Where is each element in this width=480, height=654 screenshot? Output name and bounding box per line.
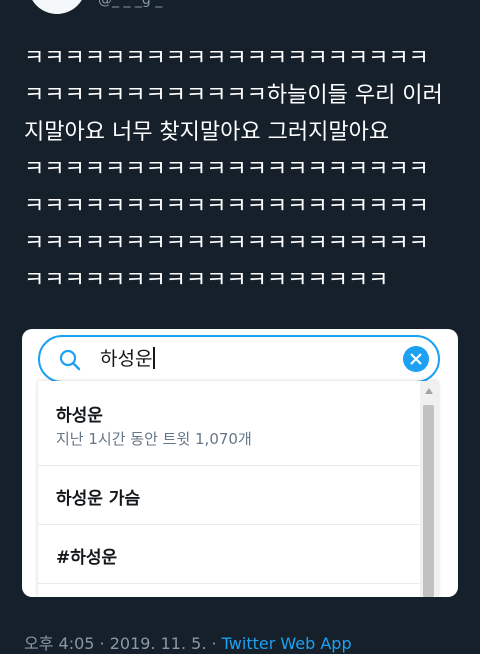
suggestion-subtitle: 지난 1시간 동안 트윗 1,070개 xyxy=(56,430,252,448)
text-caret xyxy=(153,347,155,369)
clear-search-button[interactable] xyxy=(403,346,429,372)
search-icon xyxy=(59,349,81,371)
suggestion-title: 하성운 xyxy=(56,406,103,426)
embedded-screenshot: 하성운 하성운 지난 1시간 동안 트윗 1,070개 하성운 가슴 #하성운 xyxy=(22,329,458,597)
timestamp[interactable]: 오후 4:05 · 2019. 11. 5. · xyxy=(24,634,222,653)
user-handle[interactable]: @_ _ _g _ · xyxy=(98,0,171,8)
close-icon xyxy=(410,353,422,365)
scrollbar-thumb[interactable] xyxy=(423,405,434,597)
search-box[interactable]: 하성운 xyxy=(38,335,440,383)
suggestion-item[interactable]: 하성운 가슴 xyxy=(38,466,434,525)
suggestion-item[interactable]: 하성운 지난 1시간 동안 트윗 1,070개 xyxy=(38,381,434,466)
search-input-value: 하성운 xyxy=(100,348,153,370)
scroll-up-arrow-icon[interactable] xyxy=(425,388,433,394)
tweet-meta: 오후 4:05 · 2019. 11. 5. · Twitter Web App xyxy=(24,630,352,654)
search-suggestions: 하성운 지난 1시간 동안 트윗 1,070개 하성운 가슴 #하성운 xyxy=(38,381,438,597)
tweet-text: ㅋㅋㅋㅋㅋㅋㅋㅋㅋㅋㅋㅋㅋㅋㅋㅋㅋㅋㅋㅋ ㅋㅋㅋㅋㅋㅋㅋㅋㅋㅋㅋㅋ하늘이들 우리… xyxy=(24,46,443,293)
search-input[interactable]: 하성운 xyxy=(100,346,155,372)
suggestion-item[interactable]: #하성운 xyxy=(38,525,434,584)
avatar[interactable] xyxy=(28,0,86,14)
scrollbar[interactable] xyxy=(420,381,438,597)
source-link[interactable]: Twitter Web App xyxy=(222,634,352,653)
suggestion-title: #하성운 xyxy=(56,548,118,568)
suggestion-title: 하성운 가슴 xyxy=(56,489,141,509)
